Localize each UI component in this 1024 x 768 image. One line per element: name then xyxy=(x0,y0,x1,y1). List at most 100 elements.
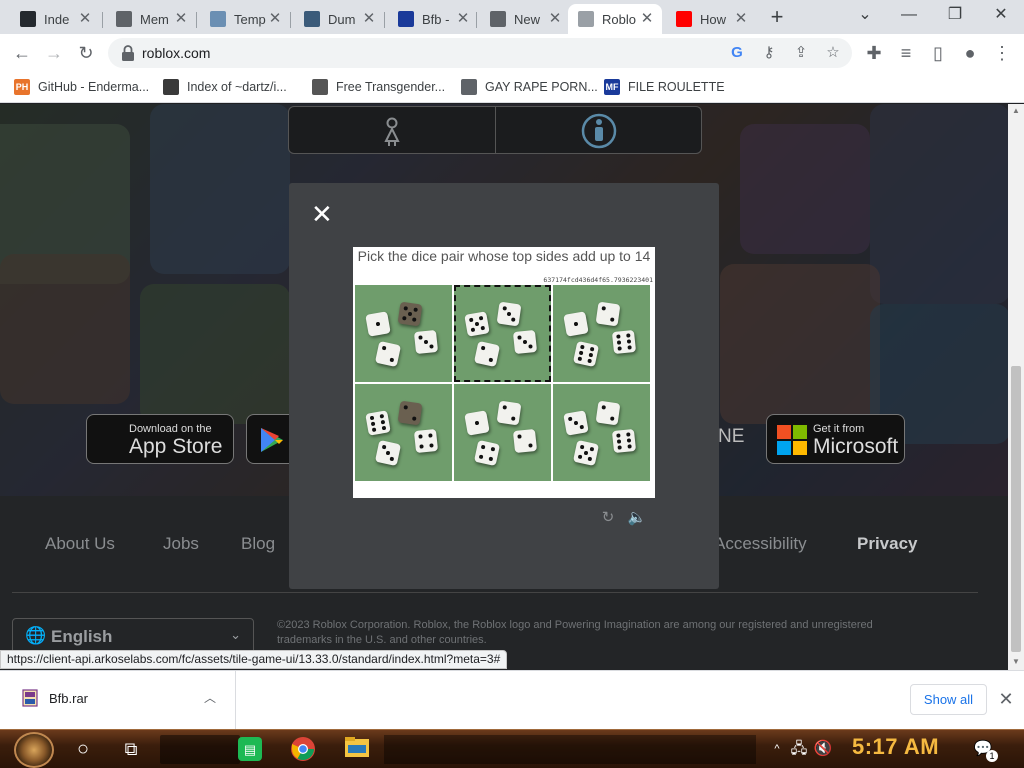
chrome-icon[interactable] xyxy=(290,736,316,762)
captcha-tile[interactable] xyxy=(355,384,452,481)
die-pip xyxy=(502,306,508,311)
taskbar-clock[interactable]: 5:17 AM xyxy=(852,734,939,760)
bookmark-item[interactable]: MF FILE ROULETTE xyxy=(604,77,725,97)
die-pip xyxy=(627,345,632,350)
bookmark-item[interactable]: GAY RAPE PORN... xyxy=(461,77,598,97)
die-face xyxy=(365,311,391,337)
bookmark-item[interactable]: PH GitHub - Enderma... xyxy=(14,77,149,97)
browser-tab[interactable]: Inde ✕ xyxy=(10,4,100,34)
tab-close-icon[interactable]: ✕ xyxy=(266,10,284,28)
footer-link-blog[interactable]: Blog xyxy=(241,534,275,554)
captcha-tile[interactable] xyxy=(454,285,551,382)
forward-button[interactable]: → xyxy=(39,38,69,68)
close-shelf-icon[interactable]: ✕ xyxy=(996,688,1016,710)
footer-link-jobs[interactable]: Jobs xyxy=(163,534,199,554)
key-icon[interactable]: ⚷ xyxy=(758,42,780,64)
page-scrollbar[interactable]: ▲ ▼ xyxy=(1008,104,1024,670)
captcha-tile[interactable] xyxy=(553,285,650,382)
google-translate-icon[interactable]: G xyxy=(726,42,748,64)
browser-tab[interactable]: Temp ✕ xyxy=(200,4,290,34)
captcha-tile[interactable] xyxy=(553,384,650,481)
tab-separator xyxy=(196,12,197,28)
captcha-tile[interactable] xyxy=(355,285,452,382)
media-control-icon[interactable]: ≡ xyxy=(891,38,921,68)
footer-link-privacy[interactable]: Privacy xyxy=(857,534,918,554)
file-explorer-icon[interactable] xyxy=(344,736,370,762)
reload-button[interactable]: ↻ xyxy=(71,38,101,68)
taskbar-search-box[interactable] xyxy=(160,735,240,764)
scrollbar-thumb[interactable] xyxy=(1011,366,1021,652)
chevron-up-icon[interactable]: ︿ xyxy=(204,689,216,706)
extensions-icon[interactable]: ✚ xyxy=(859,38,889,68)
new-tab-button[interactable]: + xyxy=(764,5,790,31)
menu-kebab-icon[interactable]: ⋮ xyxy=(987,38,1017,68)
address-bar[interactable]: roblox.com G ⚷ ⇪ ☆ xyxy=(108,38,852,68)
die-pip xyxy=(418,434,423,439)
die-face xyxy=(397,400,423,426)
scroll-up-arrow[interactable]: ▲ xyxy=(1011,106,1021,115)
tab-search-icon[interactable]: ⌄ xyxy=(842,0,888,34)
browser-tab[interactable]: Bfb - ✕ xyxy=(388,4,478,34)
download-item[interactable]: Bfb.rar ︿ xyxy=(0,671,236,729)
volume-muted-icon[interactable]: 🔇 xyxy=(810,736,836,762)
side-panel-icon[interactable]: ▯ xyxy=(923,38,953,68)
tab-close-icon[interactable]: ✕ xyxy=(546,10,564,28)
die-pip xyxy=(389,357,395,363)
tab-close-icon[interactable]: ✕ xyxy=(454,10,472,28)
globe-icon xyxy=(490,11,506,27)
amazon-store-partial[interactable]: NE xyxy=(718,426,744,448)
lock-icon[interactable] xyxy=(120,44,136,62)
die-pip xyxy=(418,335,423,340)
network-icon[interactable]: 🖧 xyxy=(786,736,812,762)
cortana-icon[interactable]: ○ xyxy=(70,736,96,762)
browser-tab[interactable]: New ✕ xyxy=(480,4,570,34)
tab-close-icon[interactable]: ✕ xyxy=(732,10,750,28)
die-face xyxy=(374,439,402,467)
back-button[interactable]: ← xyxy=(7,38,37,68)
task-view-icon[interactable]: ⧉ xyxy=(118,736,144,762)
audio-challenge-icon[interactable]: 🔈 xyxy=(627,509,647,527)
captcha-tile[interactable] xyxy=(454,384,551,481)
browser-tab[interactable]: How ✕ xyxy=(666,4,756,34)
footer-link-accessibility[interactable]: Accessibility xyxy=(714,534,807,554)
scroll-down-arrow[interactable]: ▼ xyxy=(1011,657,1021,666)
google-play-button[interactable] xyxy=(246,414,292,464)
tab-close-icon[interactable]: ✕ xyxy=(638,10,656,28)
gender-male-button[interactable] xyxy=(496,107,702,153)
bookmark-star-icon[interactable]: ☆ xyxy=(822,42,844,64)
browser-tab[interactable]: Roblo ✕ xyxy=(568,4,662,34)
die-pip xyxy=(429,443,434,448)
show-all-button[interactable]: Show all xyxy=(910,684,987,715)
tab-close-icon[interactable]: ✕ xyxy=(360,10,378,28)
die-pip xyxy=(478,454,484,460)
minimize-button[interactable]: — xyxy=(886,0,932,34)
microsoft-store-button[interactable]: Get it from Microsoft xyxy=(766,414,905,464)
die-pip xyxy=(626,438,632,443)
reload-challenge-icon[interactable]: ↻ xyxy=(598,509,618,527)
notes-app-icon[interactable]: ▤ xyxy=(238,737,262,761)
language-selector[interactable]: 🌐 English ⌄ xyxy=(12,618,254,654)
profile-avatar[interactable]: ● xyxy=(955,38,985,68)
tab-close-icon[interactable]: ✕ xyxy=(76,10,94,28)
tab-close-icon[interactable]: ✕ xyxy=(172,10,190,28)
bookmark-item[interactable]: Free Transgender... xyxy=(312,77,445,97)
close-icon[interactable]: ✕ xyxy=(311,201,333,227)
die-pip xyxy=(488,357,494,363)
rar-file-icon xyxy=(22,689,38,707)
browser-tab[interactable]: Mem ✕ xyxy=(106,4,196,34)
google-play-icon xyxy=(261,428,283,452)
tab-title: Inde xyxy=(44,11,70,27)
github-icon xyxy=(20,11,36,27)
tab-title: New xyxy=(514,11,541,27)
browser-tab[interactable]: Dum ✕ xyxy=(294,4,384,34)
start-button[interactable] xyxy=(14,732,54,768)
footer-link-about[interactable]: About Us xyxy=(45,534,115,554)
share-icon[interactable]: ⇪ xyxy=(790,42,812,64)
close-window-button[interactable]: ✕ xyxy=(978,0,1024,34)
die-pip xyxy=(517,434,522,439)
bookmark-item[interactable]: Index of ~dartz/i... xyxy=(163,77,287,97)
gender-female-button[interactable] xyxy=(289,107,495,153)
restore-button[interactable]: ❐ xyxy=(932,0,978,34)
app-store-button[interactable]: Download on the App Store xyxy=(86,414,234,464)
url-text[interactable]: roblox.com xyxy=(142,45,210,61)
